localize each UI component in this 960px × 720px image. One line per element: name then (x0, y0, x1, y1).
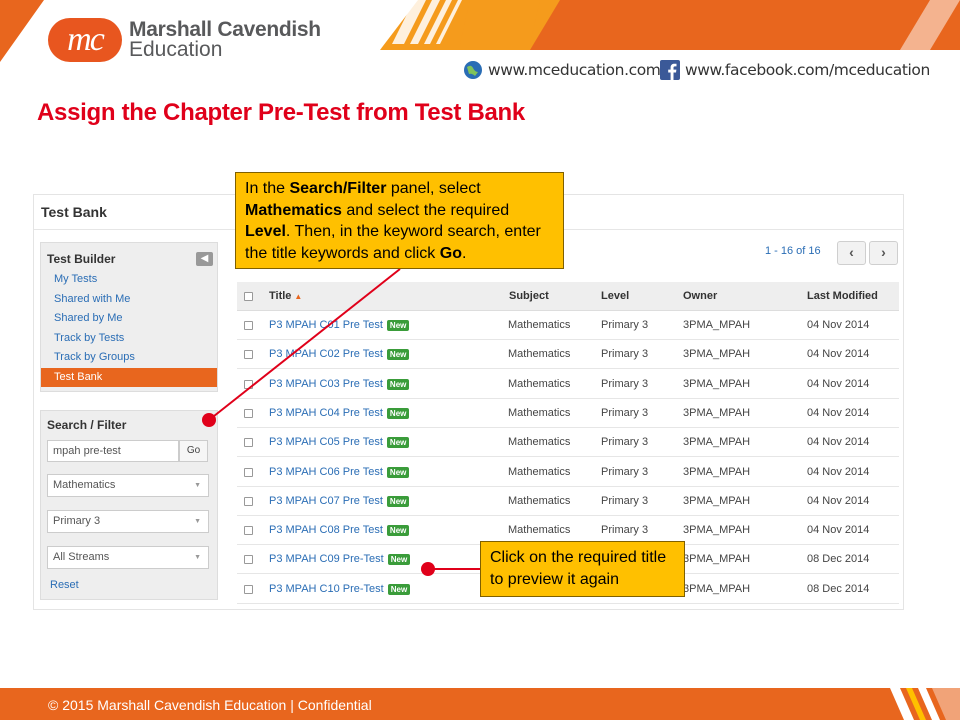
callout-bold-text: Level (245, 223, 286, 240)
filter-instruction-callout: In the Search/Filter panel, select Mathe… (235, 172, 564, 269)
preview-instruction-callout: Click on the required title to preview i… (480, 541, 685, 597)
callout-text: . (461, 244, 467, 262)
footer-bar: © 2015 Marshall Cavendish Education | Co… (0, 688, 960, 720)
callout-bold-text: Mathematics (245, 201, 342, 219)
callout-pointers (202, 268, 480, 576)
callout-bold-text: Search/Filter (289, 180, 387, 197)
callout-bold-text: Go (439, 244, 462, 262)
callout-text: panel, select (386, 180, 481, 197)
callout-text: . Then, in the keyword search, enter the… (245, 223, 541, 262)
footer-copyright: © 2015 Marshall Cavendish Education | Co… (48, 697, 372, 713)
callout-text: and select the required (341, 201, 510, 219)
footer-stripes (890, 688, 960, 720)
callout-text: In the (245, 180, 290, 197)
